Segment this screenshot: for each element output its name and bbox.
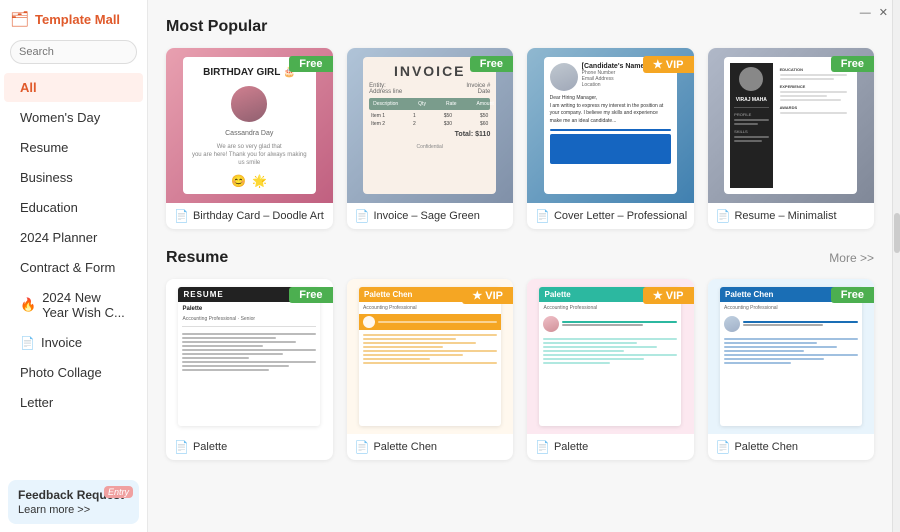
palette-free2-badge: Free bbox=[831, 287, 874, 303]
sidebar-item-all[interactable]: All bbox=[4, 73, 143, 102]
resume-section-title: Resume bbox=[166, 249, 228, 267]
most-popular-title: Most Popular bbox=[166, 18, 267, 36]
fire-icon: 🔥 bbox=[20, 297, 36, 313]
palette-free-preview: RESUME Palette Accounting Professional ·… bbox=[178, 287, 320, 427]
main-content: Most Popular BIRTHDAY GIRL 🎂 Cassandra D… bbox=[148, 0, 892, 532]
doc-icon4: 📄 bbox=[716, 209, 731, 223]
birthday-preview: BIRTHDAY GIRL 🎂 Cassandra Day We are so … bbox=[183, 57, 316, 193]
sidebar-item-business[interactable]: Business bbox=[4, 163, 143, 192]
doc-icon2: 📄 bbox=[355, 209, 370, 223]
palette-free2-preview: Palette Chen Accounting Professional bbox=[720, 287, 862, 427]
feedback-badge: Entry bbox=[104, 486, 133, 498]
doc-icon5: 📄 bbox=[174, 440, 189, 454]
feedback-box: Feedback Request Entry Learn more >> bbox=[8, 480, 139, 524]
feedback-link[interactable]: Learn more >> bbox=[18, 504, 90, 516]
cover-preview: [Candidate's Name] Phone Number Email Ad… bbox=[544, 57, 677, 193]
card-cover-letter[interactable]: [Candidate's Name] Phone Number Email Ad… bbox=[527, 48, 694, 229]
window-controls: — ✕ bbox=[860, 8, 888, 19]
palette-vip-preview: Palette Chen Accounting Professional bbox=[359, 287, 501, 427]
palette-free2-label: 📄 Palette Chen bbox=[708, 434, 875, 460]
doc-icon: 📄 bbox=[174, 209, 189, 223]
card-birthday-image: BIRTHDAY GIRL 🎂 Cassandra Day We are so … bbox=[166, 48, 333, 203]
minimize-button[interactable]: — bbox=[860, 8, 871, 19]
card-palette-vip[interactable]: Palette Chen Accounting Professional bbox=[347, 279, 514, 460]
card-palette-free-image: RESUME Palette Accounting Professional ·… bbox=[166, 279, 333, 434]
palette-vip2-label: 📄 Palette bbox=[527, 434, 694, 460]
invoice-icon: 📄 bbox=[20, 336, 35, 350]
sidebar-item-letter[interactable]: Letter bbox=[4, 388, 143, 417]
sidebar-item-new-year[interactable]: 🔥 2024 New Year Wish C... bbox=[4, 283, 143, 327]
app-icon: 🗂 bbox=[10, 10, 29, 28]
palette-vip-badge: ★ VIP bbox=[462, 287, 513, 304]
most-popular-section: Most Popular BIRTHDAY GIRL 🎂 Cassandra D… bbox=[166, 18, 874, 229]
doc-icon7: 📄 bbox=[535, 440, 550, 454]
palette-vip2-preview: Palette Accounting Professional bbox=[539, 287, 681, 427]
scrollbar-thumb[interactable] bbox=[894, 213, 900, 253]
card-palette-vip2[interactable]: Palette Accounting Professional bbox=[527, 279, 694, 460]
resume-section-header: Resume More >> bbox=[166, 249, 874, 267]
birthday-badge: Free bbox=[289, 56, 332, 72]
scrollbar-track bbox=[892, 0, 900, 532]
doc-icon6: 📄 bbox=[355, 440, 370, 454]
app-title: Template Mall bbox=[35, 12, 120, 27]
cover-badge: ★ VIP bbox=[643, 56, 694, 73]
birthday-label: 📄 Birthday Card – Doodle Art bbox=[166, 203, 333, 229]
nav-list: All Women's Day Resume Business Educatio… bbox=[0, 72, 147, 472]
palette-free-badge: Free bbox=[289, 287, 332, 303]
search-box[interactable]: 🔍 bbox=[10, 40, 137, 64]
search-input[interactable] bbox=[19, 46, 161, 58]
sidebar-header: 🗂 Template Mall bbox=[0, 0, 147, 34]
card-palette-vip2-image: Palette Accounting Professional bbox=[527, 279, 694, 434]
palette-free-label: 📄 Palette bbox=[166, 434, 333, 460]
invoice-preview: INVOICE Entity:Address line Invoice # Da… bbox=[363, 57, 496, 193]
sidebar-item-womens-day[interactable]: Women's Day bbox=[4, 103, 143, 132]
close-button[interactable]: ✕ bbox=[879, 8, 888, 19]
invoice-badge: Free bbox=[470, 56, 513, 72]
resume-minimalist-label: 📄 Resume – Minimalist bbox=[708, 203, 875, 229]
resume-preview: VIRAJ MAHA PROFILE SKILLS EDUCATION bbox=[724, 57, 857, 193]
palette-vip2-badge: ★ VIP bbox=[643, 287, 694, 304]
card-invoice-sage[interactable]: INVOICE Entity:Address line Invoice # Da… bbox=[347, 48, 514, 229]
resume-section: Resume More >> RESUME Palette Accounting… bbox=[166, 249, 874, 460]
doc-icon3: 📄 bbox=[535, 209, 550, 223]
card-cover-image: [Candidate's Name] Phone Number Email Ad… bbox=[527, 48, 694, 203]
sidebar-item-2024-planner[interactable]: 2024 Planner bbox=[4, 223, 143, 252]
invoice-label: 📄 Invoice – Sage Green bbox=[347, 203, 514, 229]
resume-more-link[interactable]: More >> bbox=[829, 251, 874, 265]
card-palette-free2[interactable]: Palette Chen Accounting Professional bbox=[708, 279, 875, 460]
card-invoice-image: INVOICE Entity:Address line Invoice # Da… bbox=[347, 48, 514, 203]
card-birthday-card[interactable]: BIRTHDAY GIRL 🎂 Cassandra Day We are so … bbox=[166, 48, 333, 229]
most-popular-header: Most Popular bbox=[166, 18, 874, 36]
sidebar-item-education[interactable]: Education bbox=[4, 193, 143, 222]
resume-grid: RESUME Palette Accounting Professional ·… bbox=[166, 279, 874, 460]
card-palette-vip-image: Palette Chen Accounting Professional bbox=[347, 279, 514, 434]
sidebar-item-photo-collage[interactable]: Photo Collage bbox=[4, 358, 143, 387]
sidebar-item-resume[interactable]: Resume bbox=[4, 133, 143, 162]
palette-vip-label: 📄 Palette Chen bbox=[347, 434, 514, 460]
doc-icon8: 📄 bbox=[716, 440, 731, 454]
sidebar-item-contract-form[interactable]: Contract & Form bbox=[4, 253, 143, 282]
most-popular-grid: BIRTHDAY GIRL 🎂 Cassandra Day We are so … bbox=[166, 48, 874, 229]
card-resume-image: VIRAJ MAHA PROFILE SKILLS EDUCATION bbox=[708, 48, 875, 203]
card-palette-free2-image: Palette Chen Accounting Professional bbox=[708, 279, 875, 434]
sidebar: 🗂 Template Mall 🔍 All Women's Day Resume… bbox=[0, 0, 148, 532]
card-palette-free[interactable]: RESUME Palette Accounting Professional ·… bbox=[166, 279, 333, 460]
sidebar-item-invoice[interactable]: 📄 Invoice bbox=[4, 328, 143, 357]
resume-badge: Free bbox=[831, 56, 874, 72]
cover-label: 📄 Cover Letter – Professional bbox=[527, 203, 694, 229]
card-resume-minimalist[interactable]: VIRAJ MAHA PROFILE SKILLS EDUCATION bbox=[708, 48, 875, 229]
